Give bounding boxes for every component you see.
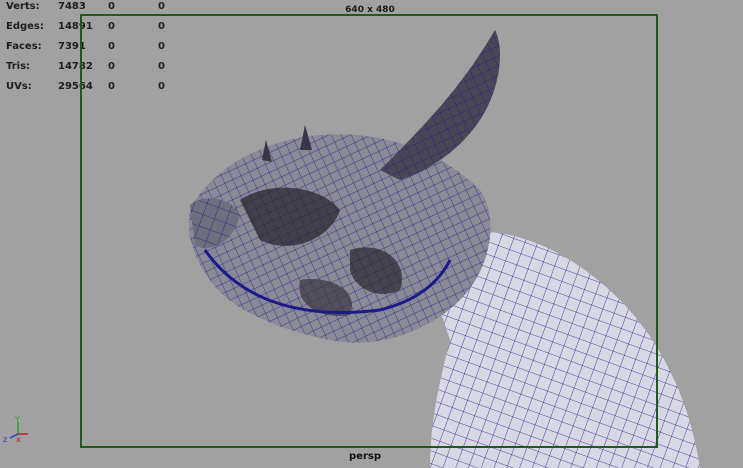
hud-value: 7483 bbox=[58, 1, 86, 12]
hud-label: Edges: bbox=[6, 21, 44, 32]
axis-y-label: Y bbox=[14, 415, 20, 424]
hud-label: Faces: bbox=[6, 41, 42, 52]
resolution-gate bbox=[80, 14, 658, 448]
axis-z-label: z bbox=[3, 435, 7, 444]
hud-label: Verts: bbox=[6, 1, 40, 12]
axis-gizmo-icon: Y z x bbox=[3, 415, 28, 444]
hud-value: 0 bbox=[108, 1, 115, 12]
hud-label: Tris: bbox=[6, 61, 31, 72]
hud-label: UVs: bbox=[6, 81, 32, 92]
axis-x-label: x bbox=[16, 435, 21, 444]
camera-name-label: persp bbox=[349, 451, 381, 462]
perspective-viewport[interactable]: Verts: 7483 0 0 Edges: 14891 0 0 Faces: … bbox=[0, 0, 743, 468]
resolution-label: 640 x 480 bbox=[345, 5, 395, 15]
hud-value: 0 bbox=[158, 1, 165, 12]
